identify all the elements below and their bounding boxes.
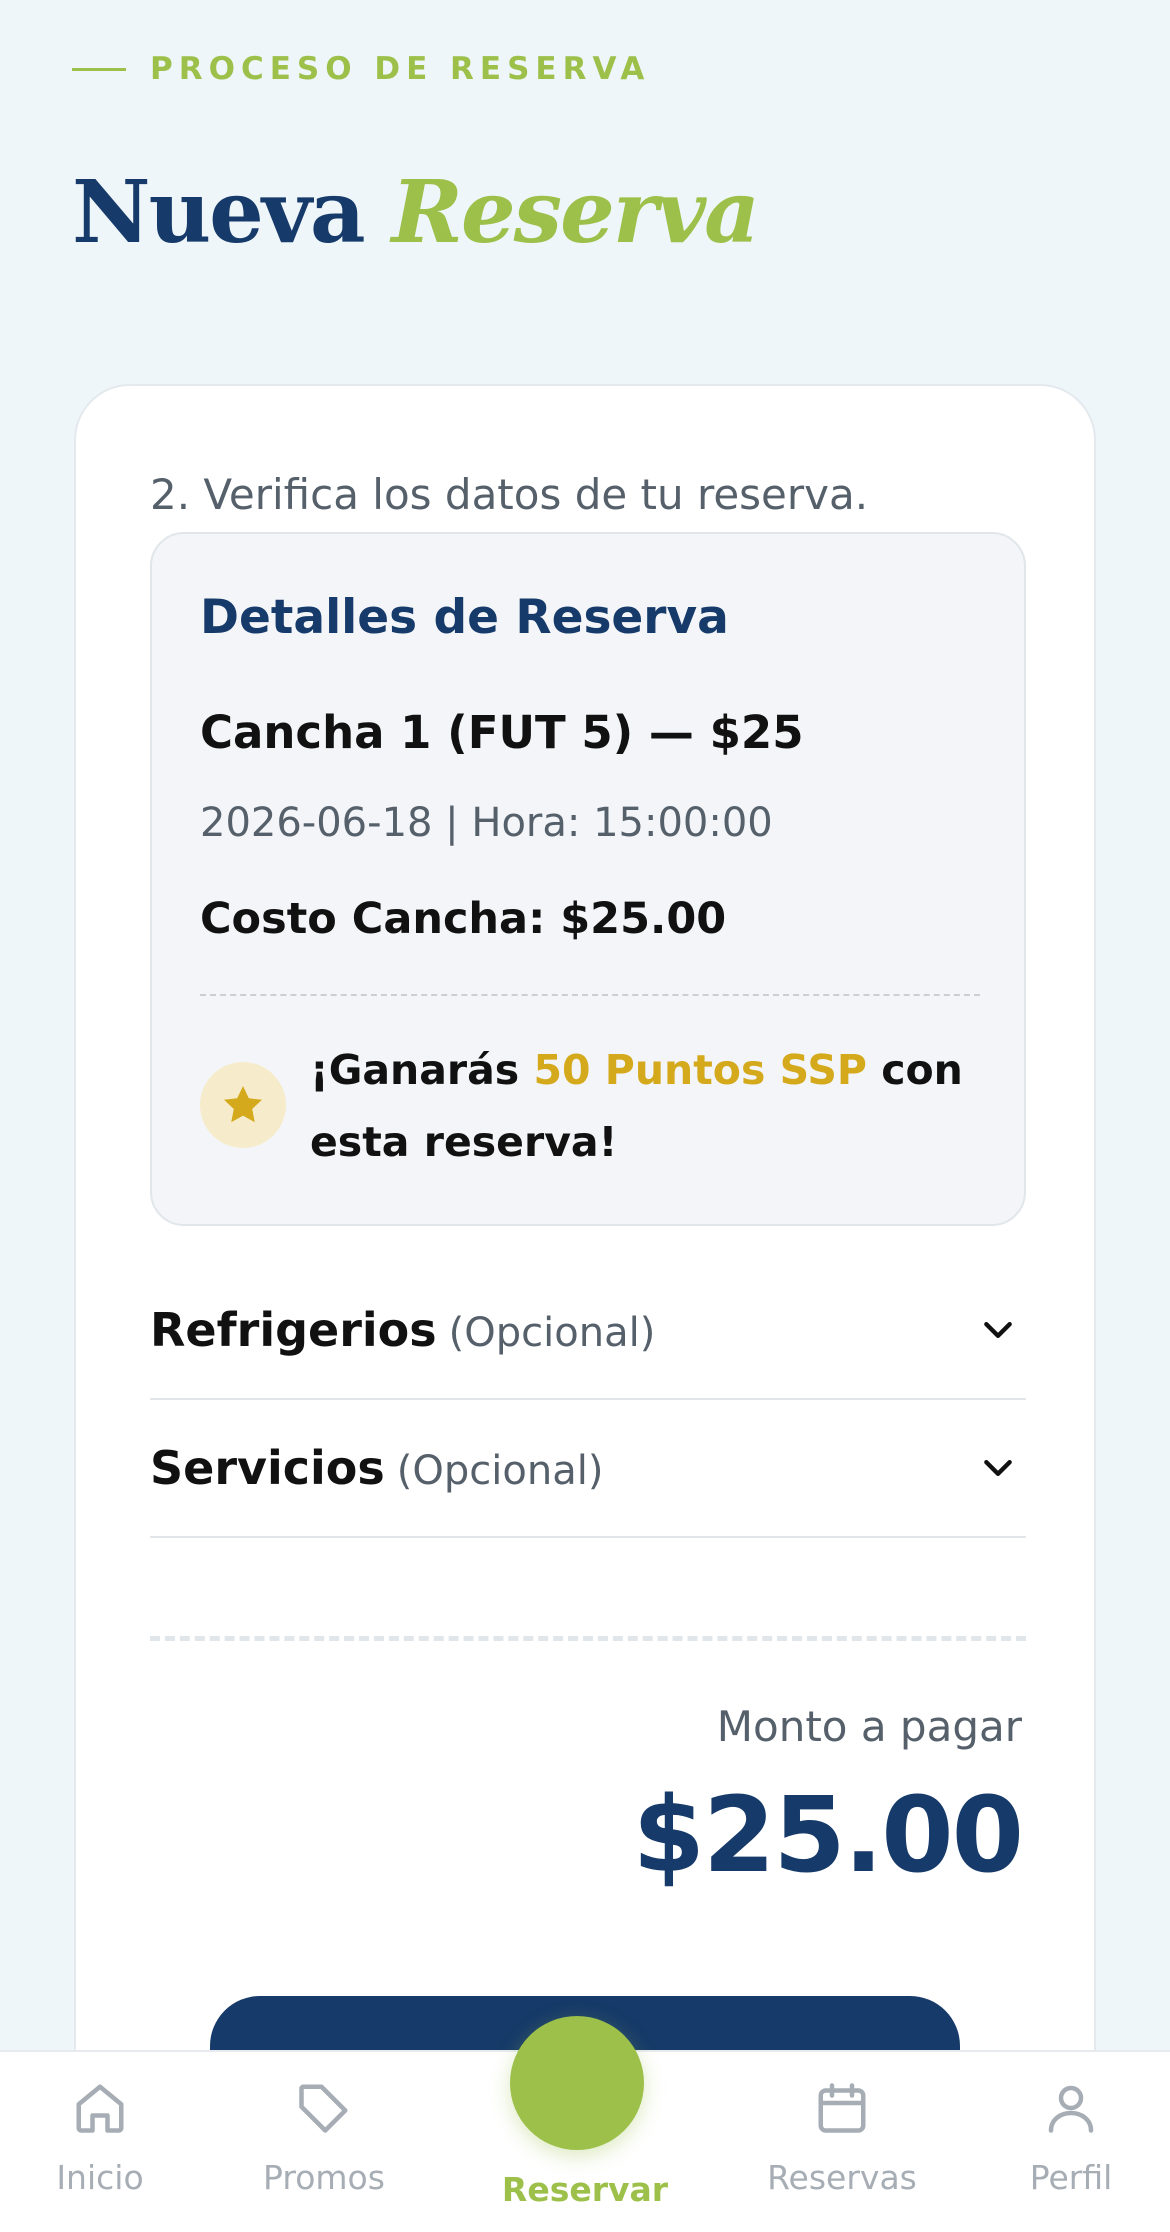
points-message: ¡Ganarás 50 Puntos SSP con esta reserva! (310, 1034, 990, 1178)
step-label: 2. Verifica los datos de tu reserva. (150, 470, 869, 519)
accordion-refrigerios[interactable]: Refrigerios (Opcional) (150, 1262, 1026, 1400)
amount-total: $25.00 (632, 1774, 1024, 1896)
reservation-card: 2. Verifica los datos de tu reserva. Det… (74, 384, 1096, 2232)
page-title: Nueva Reserva (72, 158, 760, 268)
nav-item-reservas[interactable]: Reservas (752, 2052, 932, 2232)
nav-item-perfil[interactable]: Perfil (981, 2052, 1161, 2232)
accordion-label: Refrigerios (Opcional) (150, 1303, 655, 1357)
page-title-accent: Reserva (391, 162, 760, 263)
reserve-button[interactable] (510, 2016, 644, 2150)
tag-icon (292, 2076, 356, 2140)
court-info: Cancha 1 (FUT 5) — $25 (200, 706, 804, 759)
accordion-servicios[interactable]: Servicios (Opcional) (150, 1400, 1026, 1538)
reservation-details: Detalles de Reserva Cancha 1 (FUT 5) — $… (150, 532, 1026, 1226)
chevron-down-icon[interactable] (978, 1310, 1018, 1350)
points-prefix: ¡Ganarás (310, 1046, 534, 1094)
bottom-nav: Inicio Promos Reservar Reservas Perfil (0, 2016, 1170, 2232)
points-highlight: 50 Puntos SSP (533, 1046, 867, 1094)
total-separator (150, 1636, 1026, 1641)
home-icon (68, 2076, 132, 2140)
page-title-main: Nueva (72, 162, 366, 263)
eyebrow: PROCESO DE RESERVA (72, 51, 651, 87)
date-time: 2026-06-18 | Hora: 15:00:00 (200, 800, 773, 846)
details-divider (200, 994, 980, 996)
accordion-name: Servicios (150, 1441, 385, 1495)
amount-label: Monto a pagar (716, 1702, 1022, 1751)
details-title: Detalles de Reserva (200, 590, 729, 645)
accordion-optional: (Opcional) (396, 1448, 604, 1494)
court-cost: Costo Cancha: $25.00 (200, 894, 727, 944)
star-icon (224, 1086, 262, 1123)
star-badge (200, 1062, 286, 1148)
nav-label: Reservas (767, 2158, 917, 2197)
calendar-icon (810, 2076, 874, 2140)
accordion-optional: (Opcional) (448, 1310, 656, 1356)
accordion-label: Servicios (Opcional) (150, 1441, 603, 1495)
eyebrow-line (72, 67, 126, 71)
eyebrow-text: PROCESO DE RESERVA (150, 51, 651, 87)
accordion-name: Refrigerios (150, 1303, 437, 1357)
chevron-down-icon[interactable] (978, 1448, 1018, 1488)
user-icon (1039, 2076, 1103, 2140)
nav-label: Perfil (1029, 2158, 1113, 2197)
